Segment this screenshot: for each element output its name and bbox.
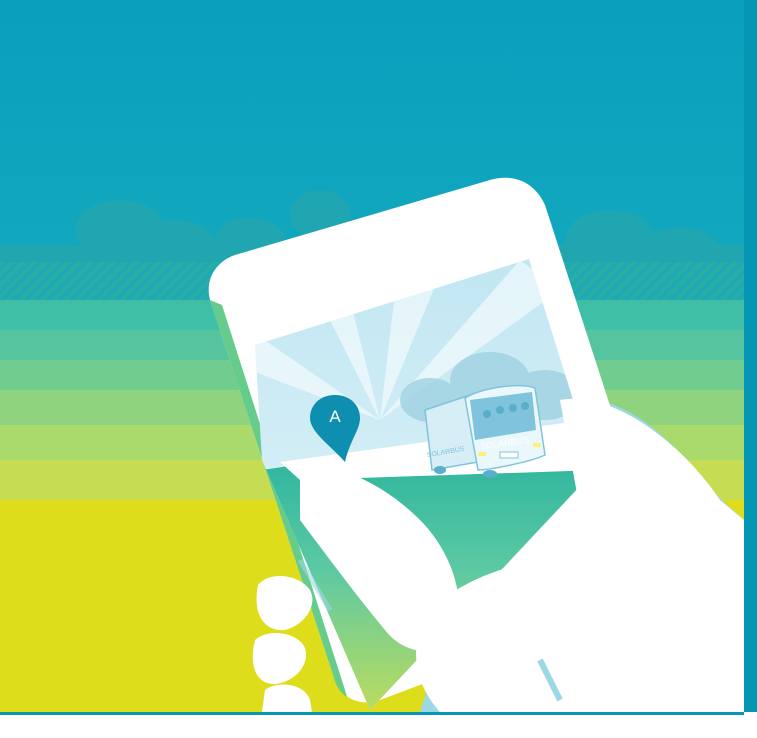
- bottom-border: [0, 712, 757, 738]
- pin-letter: A: [329, 407, 341, 426]
- illustration-frame: A SOLARBUS SOLARBUS: [0, 0, 757, 738]
- bottom-line: [0, 712, 744, 715]
- right-border: [744, 0, 757, 738]
- solarbus-app-illustration: A SOLARBUS SOLARBUS: [0, 0, 757, 712]
